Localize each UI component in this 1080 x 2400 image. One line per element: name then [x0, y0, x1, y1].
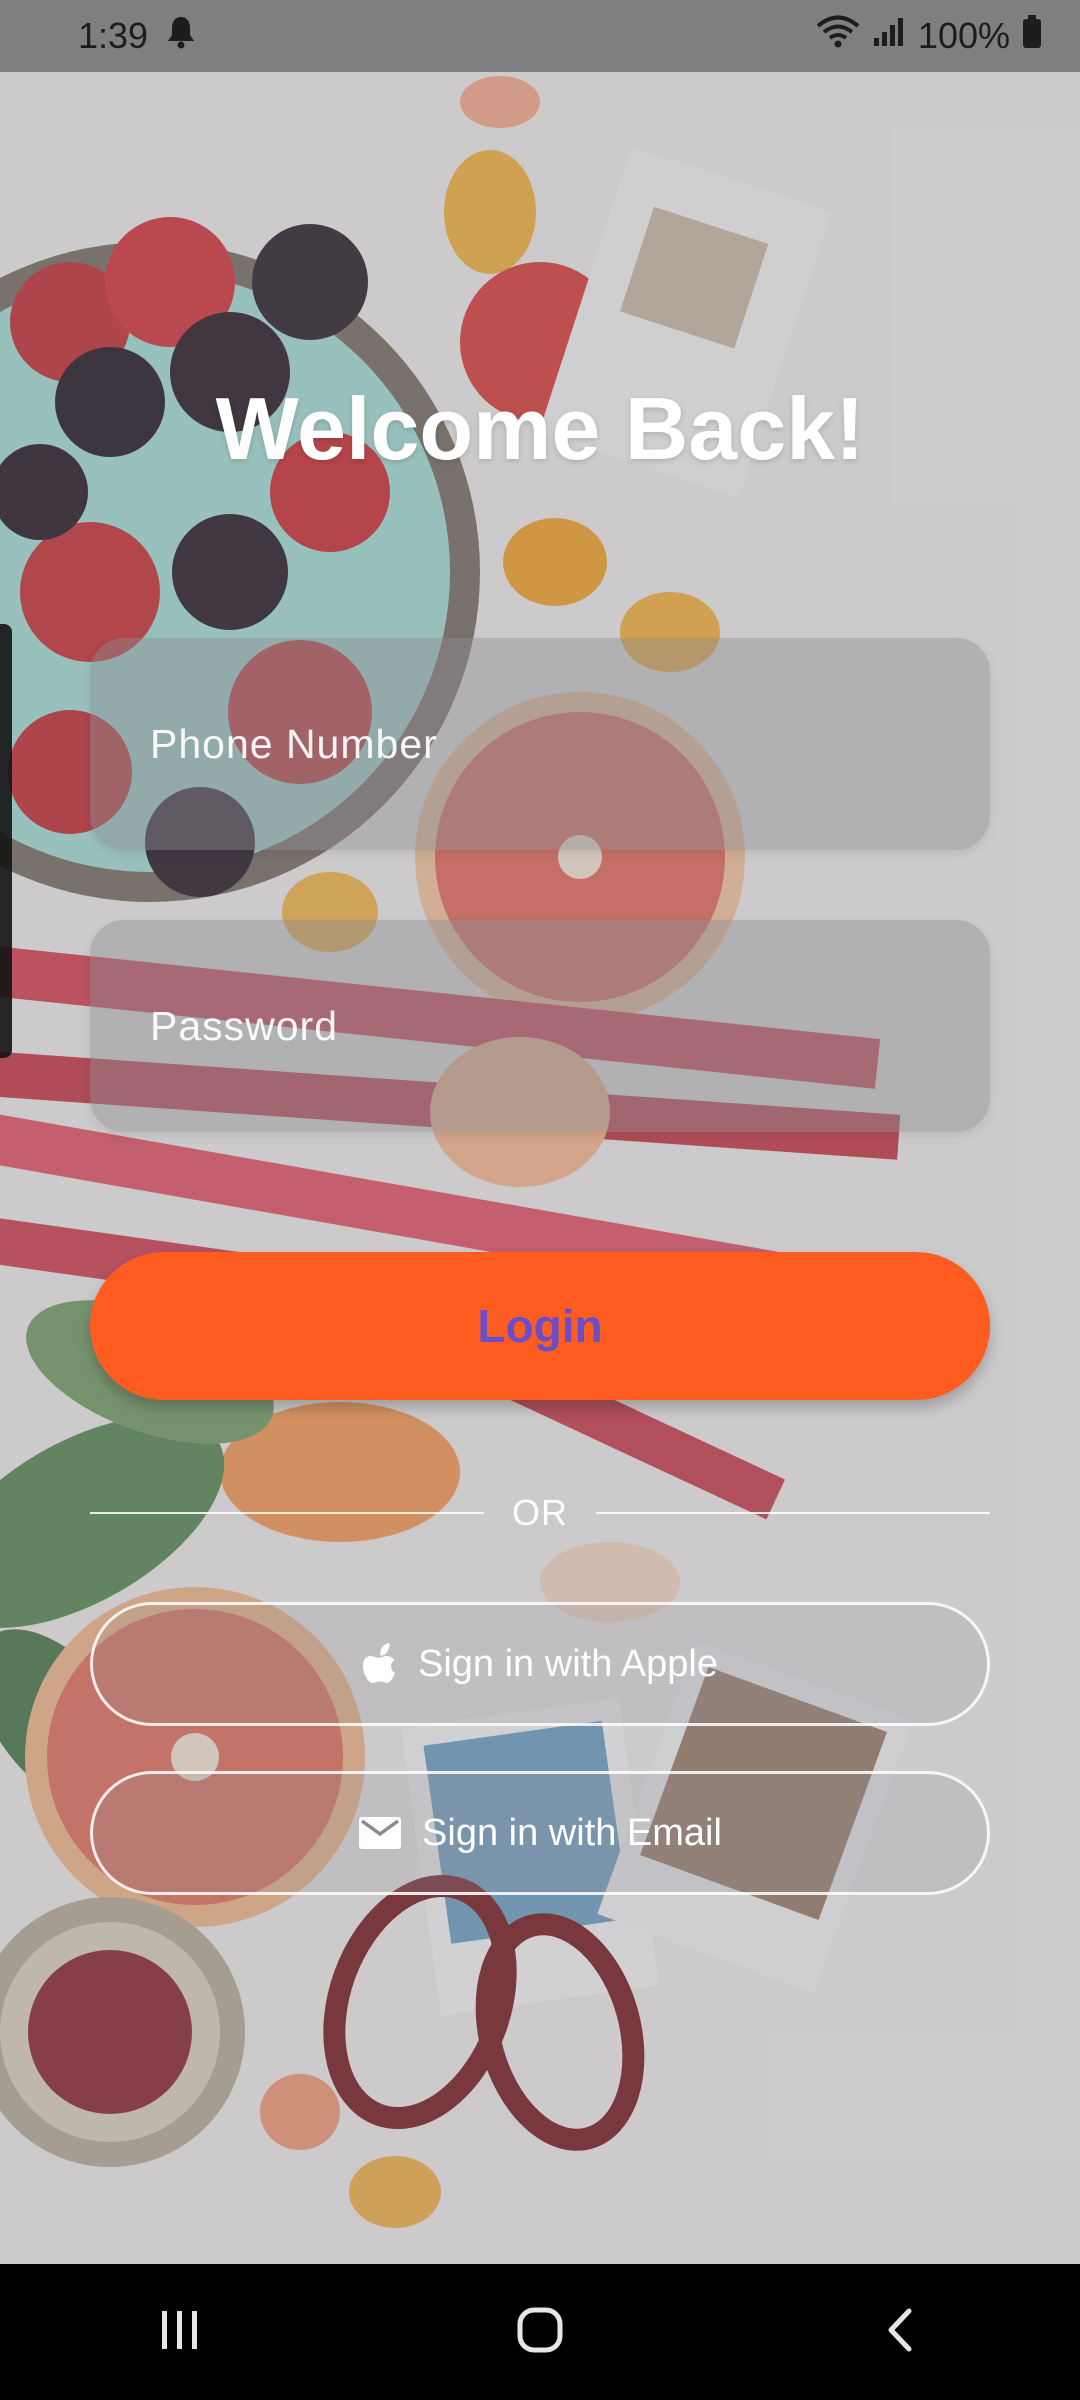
notification-icon — [166, 15, 196, 58]
login-button-label: Login — [477, 1300, 603, 1352]
recents-button[interactable] — [120, 2292, 240, 2372]
status-bar: 1:39 100% — [0, 0, 1080, 72]
divider-label: OR — [512, 1492, 568, 1533]
apple-icon — [362, 1643, 398, 1685]
sign-in-apple-button[interactable]: Sign in with Apple — [90, 1602, 990, 1726]
divider-line-left — [90, 1512, 484, 1514]
email-icon — [358, 1816, 402, 1850]
home-button[interactable] — [480, 2292, 600, 2372]
or-divider: OR — [90, 1488, 990, 1538]
signal-icon — [872, 15, 906, 57]
sign-in-email-label: Sign in with Email — [422, 1811, 722, 1854]
password-input[interactable] — [148, 919, 990, 1133]
phone-number-field[interactable] — [90, 637, 990, 851]
sign-in-apple-label: Sign in with Apple — [418, 1642, 718, 1685]
battery-icon — [1022, 14, 1042, 58]
divider-line-right — [596, 1512, 990, 1514]
password-field[interactable] — [90, 919, 990, 1133]
login-button[interactable]: Login — [90, 1252, 990, 1400]
status-time: 1:39 — [78, 15, 149, 56]
edge-panel-handle[interactable] — [0, 624, 12, 1058]
status-right: 100% — [816, 14, 1042, 58]
sign-in-email-button[interactable]: Sign in with Email — [90, 1771, 990, 1895]
recents-icon — [158, 2309, 202, 2356]
phone-number-input[interactable] — [148, 637, 990, 851]
back-icon — [885, 2307, 915, 2358]
status-left: 1:39 — [78, 15, 196, 58]
login-screen: 1:39 100% Welcome Back! Phone Number Log… — [0, 0, 1080, 2400]
system-nav-bar — [0, 2264, 1080, 2400]
back-button[interactable] — [840, 2292, 960, 2372]
wifi-icon — [816, 15, 860, 58]
battery-text: 100% — [917, 15, 1010, 56]
page-title: Welcome Back! — [215, 379, 865, 478]
home-icon — [516, 2306, 564, 2359]
